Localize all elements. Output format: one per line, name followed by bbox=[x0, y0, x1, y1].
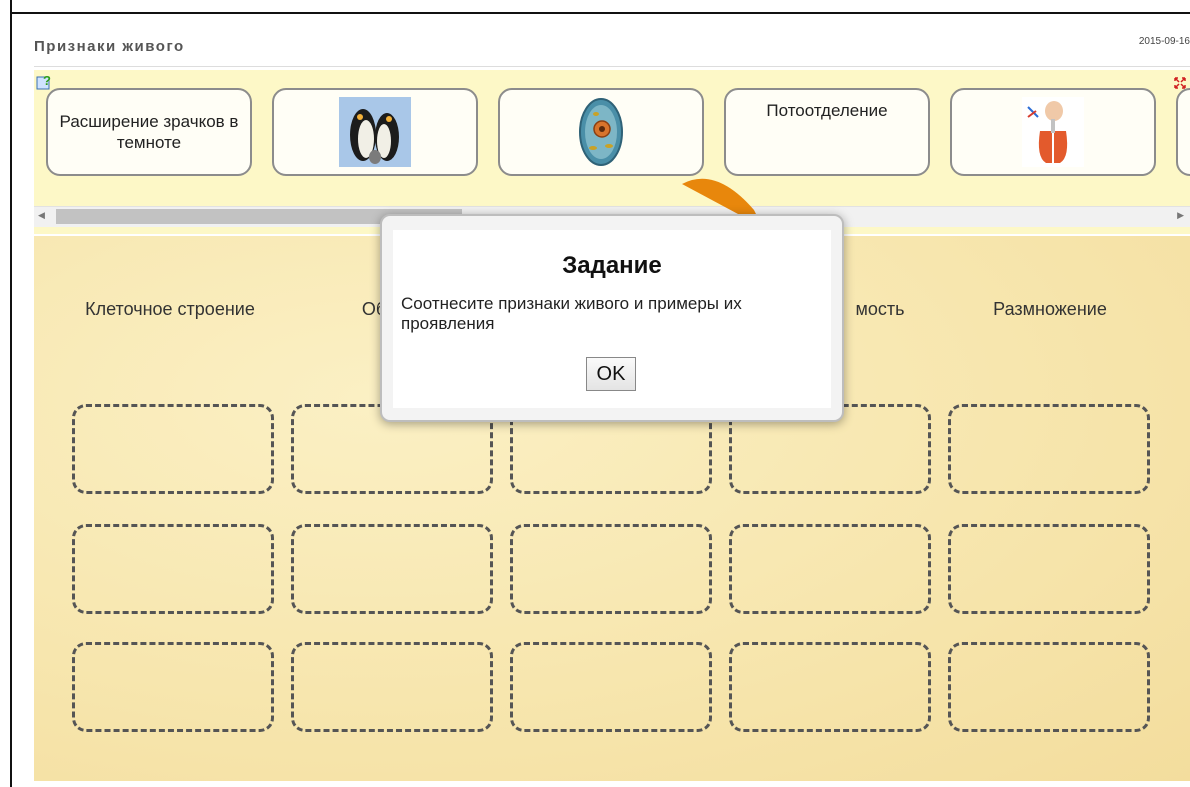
lungs-image bbox=[1022, 97, 1084, 167]
date-label: 2015-09-16 bbox=[1138, 36, 1190, 47]
drop-slot[interactable] bbox=[729, 642, 931, 732]
help-icon[interactable]: ? bbox=[36, 73, 52, 90]
scroll-right-arrow-icon[interactable]: ▶ bbox=[1177, 210, 1184, 221]
drop-slot[interactable] bbox=[72, 642, 274, 732]
card-cell[interactable] bbox=[498, 88, 704, 176]
card-label: Потоотделение bbox=[766, 101, 888, 120]
drop-slot[interactable] bbox=[510, 642, 712, 732]
drop-slot[interactable] bbox=[948, 642, 1150, 732]
category-cell-structure: Клеточное строение bbox=[85, 299, 255, 319]
drop-slot[interactable] bbox=[291, 642, 493, 732]
drop-slot[interactable] bbox=[948, 524, 1150, 614]
drop-slot[interactable] bbox=[948, 404, 1150, 494]
header-divider bbox=[34, 66, 1190, 67]
dialog-text: Соотнесите признаки живого и примеры их … bbox=[401, 294, 742, 333]
card-sweating[interactable]: Потоотделение bbox=[724, 88, 930, 176]
dialog-title: Задание bbox=[562, 252, 662, 279]
drop-slot[interactable] bbox=[291, 524, 493, 614]
scroll-left-arrow-icon[interactable]: ◀ bbox=[38, 210, 45, 221]
task-dialog: Задание Соотнесите признаки живого и при… bbox=[380, 214, 844, 422]
ok-button[interactable]: OK bbox=[586, 357, 636, 391]
svg-text:?: ? bbox=[43, 74, 51, 88]
drop-slot[interactable] bbox=[510, 524, 712, 614]
fullscreen-icon[interactable] bbox=[1174, 76, 1186, 89]
card-partial[interactable] bbox=[1176, 88, 1190, 176]
cell-image bbox=[579, 98, 623, 166]
card-pupil-dilation[interactable]: Расширение зрачков в темноте bbox=[46, 88, 252, 176]
page-title: Признаки живого bbox=[34, 38, 185, 55]
drop-slot[interactable] bbox=[72, 524, 274, 614]
dialog-body: Задание Соотнесите признаки живого и при… bbox=[393, 230, 831, 408]
card-tray: ? Расширение зрачков в темноте Потоотдел… bbox=[34, 70, 1190, 234]
card-lungs[interactable] bbox=[950, 88, 1156, 176]
category-reproduction: Размножение bbox=[993, 299, 1107, 319]
frame-left-border bbox=[10, 0, 12, 787]
penguins-image bbox=[339, 97, 411, 167]
frame-top-border bbox=[10, 12, 1190, 14]
card-penguins[interactable] bbox=[272, 88, 478, 176]
drop-slot[interactable] bbox=[729, 524, 931, 614]
header: Признаки живого 2015-09-16 bbox=[34, 32, 1190, 66]
card-label: Расширение зрачков в темноте bbox=[59, 112, 239, 152]
drop-slot[interactable] bbox=[72, 404, 274, 494]
